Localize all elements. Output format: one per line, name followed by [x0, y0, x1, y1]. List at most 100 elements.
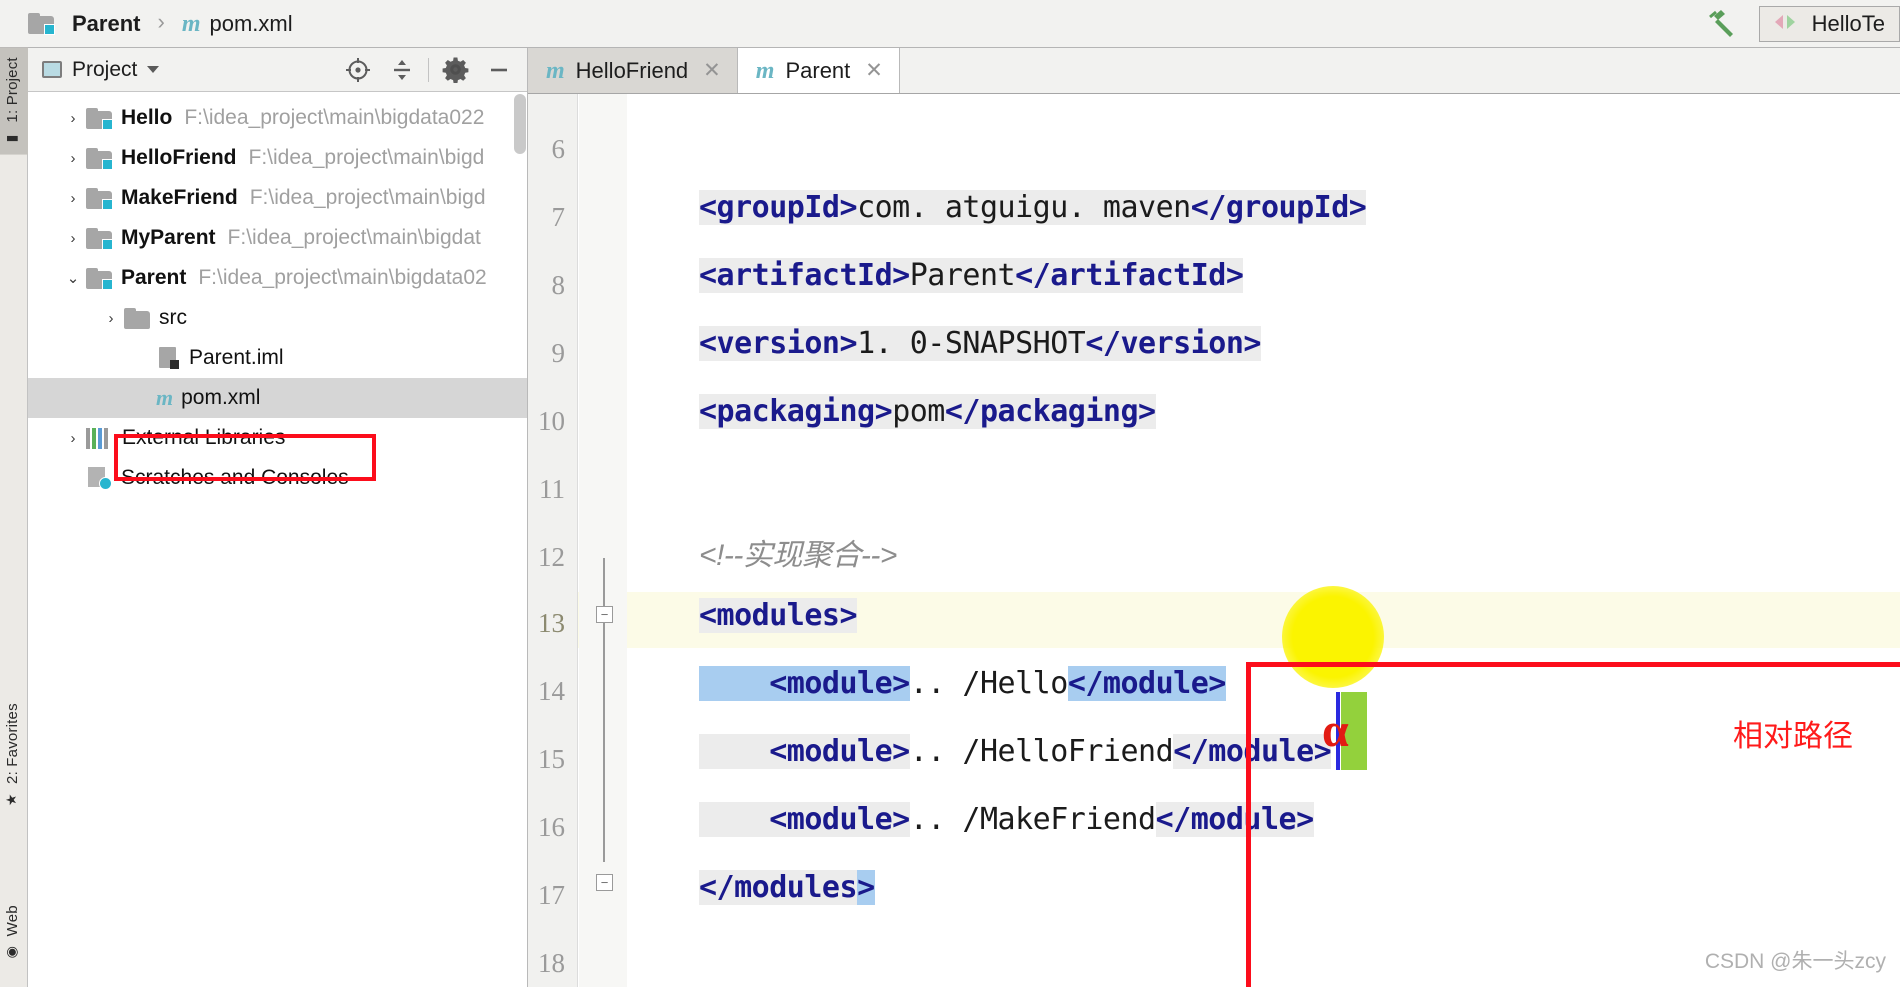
module-folder-icon: [86, 187, 113, 210]
libraries-icon: [86, 427, 112, 449]
tree-item-parent[interactable]: ⌄ Parent F:\idea_project\main\bigdata02: [28, 258, 527, 298]
line-number: 12: [538, 542, 565, 572]
watermark: CSDN @朱一头zcy: [1704, 950, 1886, 973]
chevron-right-icon[interactable]: ›: [60, 190, 86, 207]
line-number: 11: [539, 474, 565, 504]
tool-tab-label: 2: Favorites: [4, 703, 21, 784]
tree-item-scratches-and-consoles[interactable]: Scratches and Consoles: [28, 458, 527, 498]
code-line-13: <modules>: [699, 598, 858, 633]
run-configuration-selector[interactable]: HelloTe: [1758, 6, 1900, 42]
folder-icon: ▮: [4, 129, 21, 146]
module-folder-icon: [86, 147, 113, 170]
run-config-label: HelloTe: [1811, 11, 1885, 36]
tab-parent[interactable]: m Parent ✕: [737, 48, 900, 93]
tree-item-label: External Libraries: [122, 426, 286, 449]
tab-label: Parent: [785, 57, 851, 83]
line-number: 8: [551, 270, 566, 300]
code-line-14: <module>.. /Hello</module>: [699, 666, 1226, 701]
chevron-right-icon[interactable]: ›: [60, 110, 86, 127]
breadcrumb-project[interactable]: Parent: [72, 11, 140, 37]
locate-target-icon[interactable]: [336, 49, 380, 91]
code-line-9: <version>1. 0-SNAPSHOT</version>: [699, 326, 1261, 361]
tree-item-label: Scratches and Consoles: [121, 466, 349, 489]
line-number: 16: [538, 812, 565, 842]
tree-item-label: MakeFriend: [121, 186, 238, 209]
sidebar-item-web[interactable]: ◉ Web: [0, 896, 28, 968]
cursor-spotlight-highlight: [1282, 586, 1384, 688]
tree-item-src[interactable]: › src: [28, 298, 527, 338]
navbar-right-controls: HelloTe: [1699, 0, 1900, 48]
breadcrumb: Parent › m pom.xml: [28, 9, 293, 38]
folder-icon: [124, 307, 150, 329]
module-folder-icon: [86, 267, 113, 290]
code-line-16: <module>.. /MakeFriend</module>: [699, 802, 1314, 837]
tree-item-external-libraries[interactable]: › External Libraries: [28, 418, 527, 458]
line-number: 6: [551, 134, 566, 164]
code-text[interactable]: <groupId>com. atguigu. maven</groupId> <…: [627, 94, 1900, 987]
editor-area: m HelloFriend ✕ m Parent ✕ 6 7 8 9 10 11…: [528, 48, 1900, 987]
tool-tab-label: 1: Project: [4, 57, 21, 123]
close-icon[interactable]: ✕: [703, 58, 721, 83]
tree-item-pom-xml[interactable]: m pom.xml: [28, 378, 527, 418]
chevron-down-icon[interactable]: [147, 66, 160, 73]
project-panel-toolbar: [336, 49, 521, 91]
project-panel-header: Project: [28, 48, 527, 92]
tree-item-path: F:\idea_project\main\bigdat: [227, 226, 481, 249]
navigation-bar: Parent › m pom.xml HelloTe: [0, 0, 1900, 48]
annotation-relative-path-label: 相对路径: [1733, 720, 1853, 753]
tool-tab-label: Web: [4, 905, 21, 937]
tree-item-label: src: [159, 306, 187, 329]
tree-item-label: HelloFriend: [121, 146, 237, 169]
code-folding-gutter[interactable]: − −: [579, 94, 627, 987]
tree-item-path: F:\idea_project\main\bigdata02: [198, 266, 487, 289]
left-tool-window-bar: ▮ 1: Project ★ 2: Favorites ◉ Web: [0, 48, 28, 987]
chevron-right-icon[interactable]: ›: [60, 150, 86, 167]
project-view-icon: [42, 61, 62, 78]
run-config-icon: [1772, 13, 1798, 36]
chevron-right-icon[interactable]: ›: [60, 430, 86, 447]
maven-m-icon: m: [755, 57, 775, 84]
chevron-right-icon[interactable]: ›: [98, 310, 124, 327]
tree-item-path: F:\idea_project\main\bigd: [248, 146, 485, 169]
module-folder-icon: [28, 13, 55, 35]
tree-item-hellofriend[interactable]: › HelloFriend F:\idea_project\main\bigd: [28, 138, 527, 178]
project-tree: › Hello F:\idea_project\main\bigdata022 …: [28, 92, 527, 498]
code-line-15: <module>.. /HelloFriend</module>: [699, 734, 1332, 769]
scratches-icon: [86, 467, 112, 490]
tree-item-makefriend[interactable]: › MakeFriend F:\idea_project\main\bigd: [28, 178, 527, 218]
tree-item-parent-iml[interactable]: Parent.iml: [28, 338, 527, 378]
gear-icon[interactable]: [433, 49, 477, 91]
chevron-down-icon[interactable]: ⌄: [60, 269, 86, 287]
module-folder-icon: [86, 107, 113, 130]
tree-item-label: Parent.iml: [189, 346, 284, 369]
line-number-gutter: 6 7 8 9 10 11 12 13 14 15 16 17 18: [528, 94, 578, 987]
line-number: 14: [538, 676, 565, 706]
module-folder-icon: [86, 227, 113, 250]
web-icon: ◉: [4, 943, 21, 960]
tab-hellofriend[interactable]: m HelloFriend ✕: [528, 48, 738, 93]
hammer-icon[interactable]: [1699, 1, 1745, 47]
tree-item-hello[interactable]: › Hello F:\idea_project\main\bigdata022: [28, 98, 527, 138]
minimize-icon[interactable]: [477, 49, 521, 91]
iml-file-icon: [156, 346, 180, 370]
star-icon: ★: [4, 790, 21, 807]
maven-m-icon: m: [156, 385, 174, 410]
fold-toggle-modules-open[interactable]: −: [596, 606, 613, 623]
fold-toggle-modules-close[interactable]: −: [596, 874, 613, 891]
collapse-all-icon[interactable]: [380, 49, 424, 91]
sidebar-item-favorites[interactable]: ★ 2: Favorites: [0, 694, 28, 816]
tab-label: HelloFriend: [575, 57, 689, 83]
close-icon[interactable]: ✕: [865, 58, 883, 83]
code-editor[interactable]: 6 7 8 9 10 11 12 13 14 15 16 17 18 − − <…: [528, 94, 1900, 987]
sidebar-item-project[interactable]: ▮ 1: Project: [0, 48, 28, 155]
tree-item-label: Parent: [121, 266, 187, 289]
project-tool-window: Project › Hello F:\idea_project\main\big…: [28, 48, 528, 987]
chevron-right-icon[interactable]: ›: [60, 230, 86, 247]
tree-item-label: MyParent: [121, 226, 216, 249]
project-panel-scrollbar[interactable]: [514, 94, 526, 154]
tree-item-myparent[interactable]: › MyParent F:\idea_project\main\bigdat: [28, 218, 527, 258]
line-number: 7: [551, 202, 566, 232]
breadcrumb-file[interactable]: pom.xml: [209, 11, 292, 37]
editor-tab-bar: m HelloFriend ✕ m Parent ✕: [528, 48, 1900, 94]
idea-window: Parent › m pom.xml HelloTe ▮ 1: Project …: [0, 0, 1900, 987]
